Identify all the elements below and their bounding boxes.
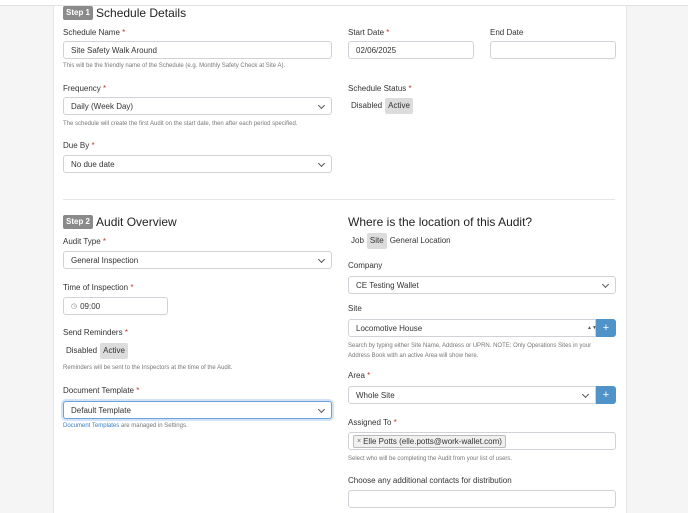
frequency-select[interactable]: Daily (Week Day): [63, 97, 332, 115]
required-mark: *: [408, 84, 412, 93]
site-label: Site: [348, 304, 362, 313]
send-reminders-help: Reminders will be sent to the Inspectors…: [63, 365, 233, 371]
clock-icon: ◷: [71, 303, 78, 310]
start-date-value: 02/06/2025: [356, 45, 397, 55]
section-divider: [63, 199, 615, 200]
company-select[interactable]: CE Testing Wallet: [348, 276, 616, 294]
frequency-label-text: Frequency: [63, 84, 101, 93]
site-value: Locomotive House: [356, 323, 423, 333]
assigned-to-input[interactable]: × Elle Potts (elle.potts@work-wallet.com…: [348, 432, 616, 450]
due-by-label: Due By *: [63, 141, 95, 150]
area-select[interactable]: Whole Site: [348, 386, 596, 404]
frequency-value: Daily (Week Day): [71, 101, 134, 111]
required-mark: *: [103, 84, 107, 93]
required-mark: *: [393, 418, 397, 427]
assigned-user-name: Elle Potts (elle.potts@work-wallet.com): [363, 436, 502, 446]
schedule-status-label-text: Schedule Status: [348, 84, 407, 93]
schedule-status-disabled[interactable]: Disabled: [348, 98, 385, 114]
company-value: CE Testing Wallet: [356, 280, 419, 290]
step1-title: Schedule Details: [96, 6, 187, 20]
assigned-user-tag: × Elle Potts (elle.potts@work-wallet.com…: [353, 434, 506, 448]
step1-badge: Step 1: [63, 6, 94, 20]
document-template-label: Document Template *: [63, 386, 139, 395]
step2-heading: Step 2 Audit Overview: [63, 215, 177, 229]
location-type-toggle: Job Site General Location: [348, 233, 454, 249]
required-mark: *: [136, 386, 140, 395]
required-mark: *: [122, 28, 126, 37]
required-mark: *: [130, 283, 134, 292]
area-value: Whole Site: [356, 390, 395, 400]
start-date-label: Start Date *: [348, 28, 389, 37]
required-mark: *: [386, 28, 390, 37]
document-templates-link[interactable]: Document Templates: [63, 423, 119, 429]
required-mark: *: [102, 237, 107, 246]
end-date-label: End Date: [490, 28, 524, 37]
audit-type-value: General Inspection: [71, 255, 139, 265]
send-reminders-label-text: Send Reminders: [63, 328, 123, 337]
send-reminders-toggle: Disabled Active: [63, 343, 128, 359]
document-template-label-text: Document Template: [63, 386, 134, 395]
end-date-input[interactable]: [490, 41, 616, 59]
start-date-input[interactable]: 02/06/2025: [348, 41, 474, 59]
document-template-select[interactable]: Default Template: [63, 401, 332, 419]
frequency-label: Frequency *: [63, 84, 106, 93]
schedule-name-help: This will be the friendly name of the Sc…: [63, 63, 286, 69]
site-select[interactable]: Locomotive House: [348, 319, 596, 337]
frequency-help: The schedule will create the first Audit…: [63, 121, 298, 127]
area-label-text: Area: [348, 371, 365, 380]
time-label-text: Time of Inspection: [63, 283, 129, 292]
document-template-help-text: are managed in Settings.: [119, 423, 188, 429]
required-mark: *: [91, 141, 95, 150]
required-mark: *: [124, 328, 128, 337]
send-reminders-active[interactable]: Active: [100, 343, 128, 359]
audit-type-label: Audit Type *: [63, 237, 106, 246]
site-help-1: Search by typing either Site Name, Addre…: [348, 343, 592, 349]
schedule-status-label: Schedule Status *: [348, 84, 412, 93]
schedule-name-value: Site Safety Walk Around: [71, 45, 157, 55]
assigned-to-label-text: Assigned To: [348, 418, 392, 427]
location-option-general[interactable]: General Location: [387, 233, 454, 249]
assigned-to-help: Select who will be completing the Audit …: [348, 456, 513, 462]
schedule-status-toggle: Disabled Active: [348, 98, 413, 114]
area-label: Area *: [348, 371, 370, 380]
location-option-site[interactable]: Site: [366, 233, 387, 249]
contacts-label: Choose any additional contacts for distr…: [348, 476, 512, 485]
time-of-inspection-input[interactable]: ◷ 09:00: [63, 297, 168, 315]
time-of-inspection-label: Time of Inspection *: [63, 283, 133, 292]
site-help-2: Address Book with an active Area will sh…: [348, 353, 479, 359]
add-site-button[interactable]: +: [596, 319, 616, 337]
start-date-label-text: Start Date: [348, 28, 385, 37]
remove-tag-icon[interactable]: ×: [357, 438, 361, 445]
due-by-label-text: Due By: [63, 141, 90, 150]
location-title: Where is the location of this Audit?: [348, 215, 533, 229]
schedule-status-active[interactable]: Active: [385, 98, 413, 114]
schedule-name-label: Schedule Name *: [63, 28, 125, 37]
due-by-select[interactable]: No due date: [63, 155, 332, 173]
assigned-to-label: Assigned To *: [348, 418, 397, 427]
step2-badge: Step 2: [63, 215, 94, 229]
schedule-name-label-text: Schedule Name: [63, 28, 120, 37]
audit-type-select[interactable]: General Inspection: [63, 251, 332, 269]
document-template-help: Document Templates are managed in Settin…: [63, 421, 188, 431]
document-template-value: Default Template: [71, 405, 131, 415]
contacts-input[interactable]: [348, 490, 616, 508]
step2-title: Audit Overview: [96, 215, 177, 229]
company-label: Company: [348, 261, 383, 270]
step1-heading: Step 1 Schedule Details: [63, 6, 186, 20]
location-option-job[interactable]: Job: [348, 233, 367, 249]
audit-type-label-text: Audit Type: [63, 237, 101, 246]
time-value: 09:00: [80, 301, 101, 311]
due-by-value: No due date: [71, 159, 115, 169]
add-area-button[interactable]: +: [596, 386, 616, 404]
schedule-name-input[interactable]: Site Safety Walk Around: [63, 41, 332, 59]
required-mark: *: [367, 371, 371, 380]
send-reminders-disabled[interactable]: Disabled: [63, 343, 100, 359]
send-reminders-label: Send Reminders *: [63, 328, 128, 337]
